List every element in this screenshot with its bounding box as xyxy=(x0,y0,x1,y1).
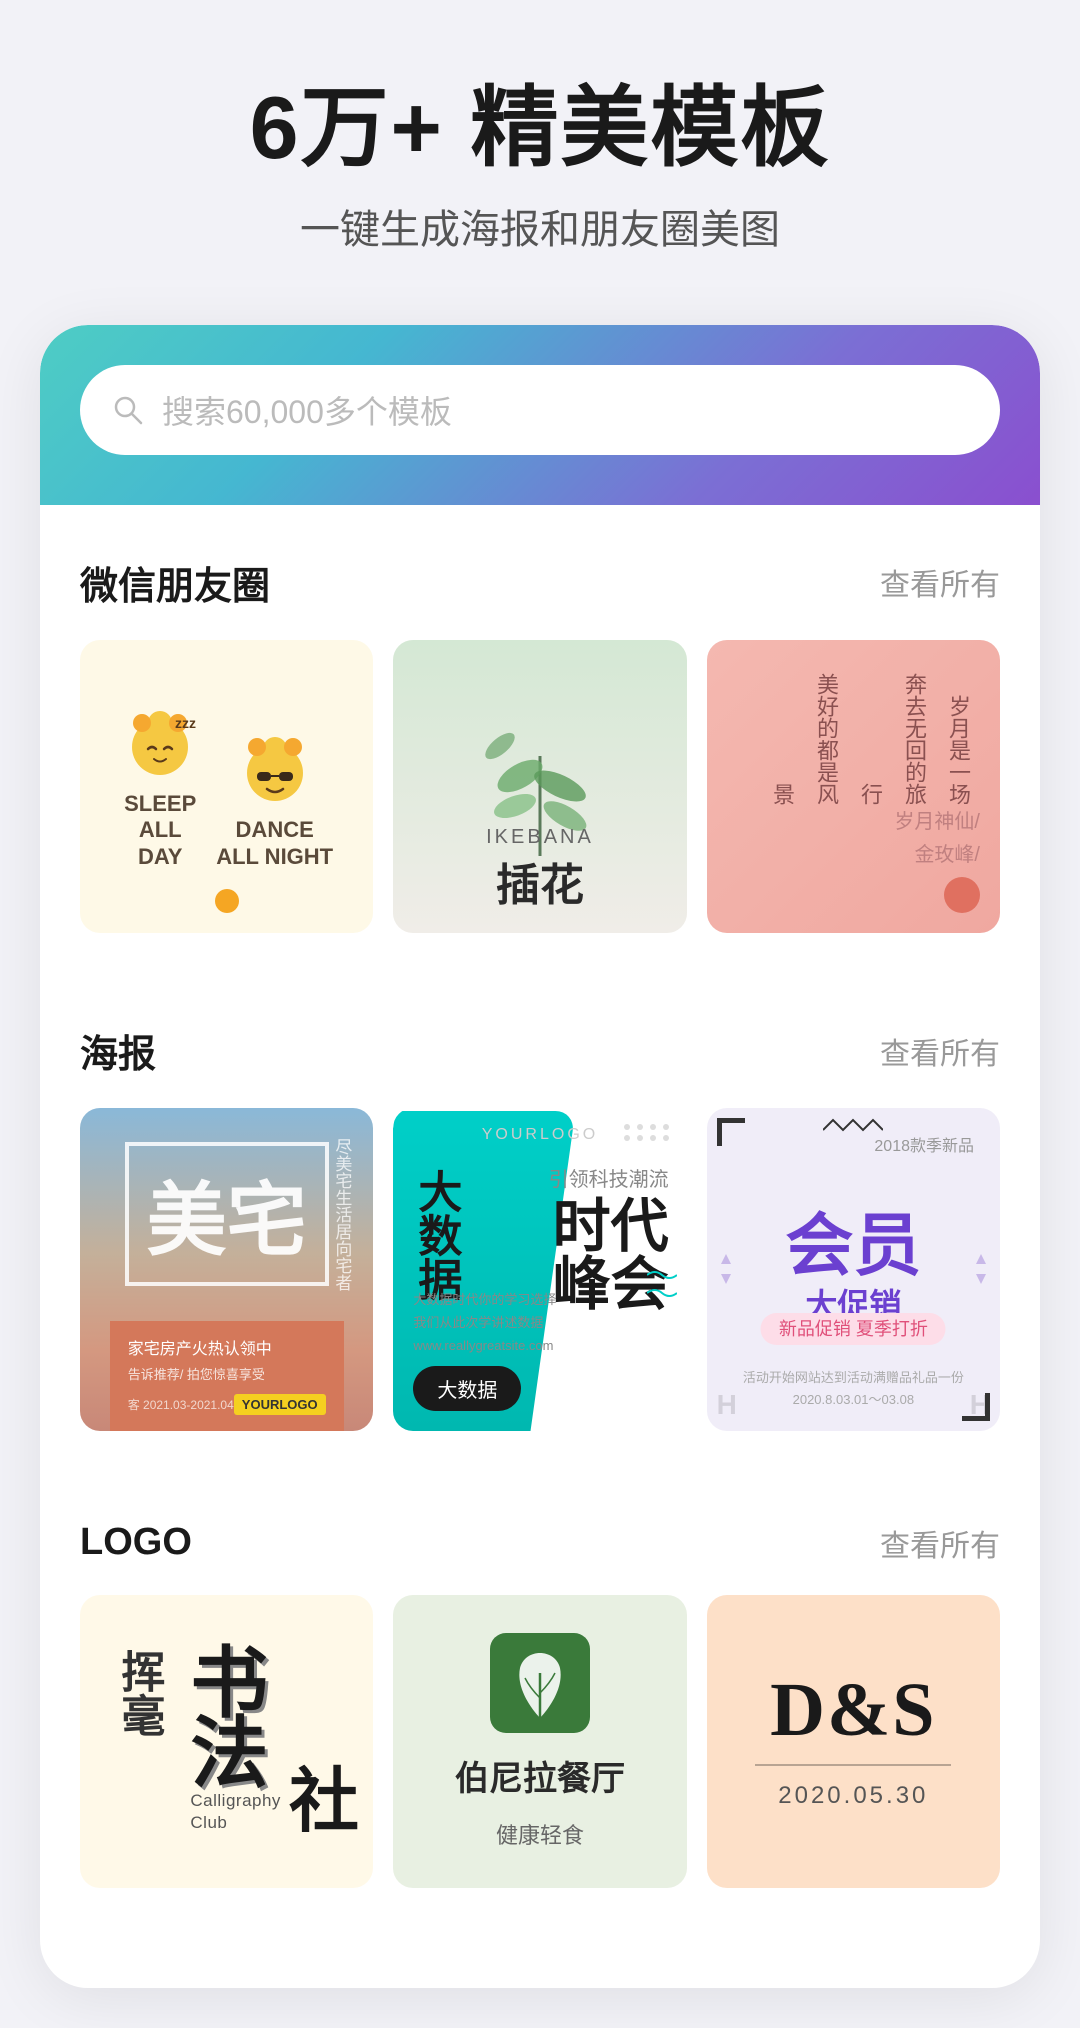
meizhai-bottom-bar: 家宅房产火热认领中 告诉推荐/ 拍您惊喜享受 客 2021.03-2021.04… xyxy=(110,1321,344,1431)
wechat-card-3[interactable]: 岁月是一场奔去无回的旅行美好的都是风景 岁月神仙/ 金玫峰/ xyxy=(707,640,1000,933)
ikebana-text-overlay: IKEBANA 插花 xyxy=(486,826,594,913)
wave-deco xyxy=(647,1269,677,1299)
dance-emoji xyxy=(235,729,315,809)
restaurant-name: 伯尼拉餐厅 xyxy=(455,1751,625,1800)
svg-text:zzz: zzz xyxy=(175,715,196,731)
restaurant-type: 健康轻食 xyxy=(496,1818,584,1850)
deco-h-left: H xyxy=(717,1389,737,1421)
wechat-section-title: 微信朋友圈 xyxy=(80,555,270,610)
hero-section: 6万+ 精美模板 一键生成海报和朋友圈美图 xyxy=(0,0,1080,295)
hero-title: 6万+ 精美模板 xyxy=(40,80,1040,177)
wechat-grid: zzz SLEEPALLDAY xyxy=(80,640,1000,933)
poster-section: 海报 查看所有 美宅 尽美宅生活居向宅者 家宅房产火热认领中 告诉推荐/ 拍您惊… xyxy=(40,973,1040,1451)
poem-badge xyxy=(944,877,980,913)
bigdata-logo: YOURLOGO xyxy=(482,1126,598,1144)
calligraphy-left: 挥毫 xyxy=(94,1649,182,1737)
ds-divider xyxy=(755,1764,951,1766)
bigdata-bottom: 大数据时代你的学习选择 我们从此次学讲述数据 www.reallygreatsi… xyxy=(413,1288,666,1411)
deco-h-right: H xyxy=(970,1389,990,1421)
wechat-view-all[interactable]: 查看所有 xyxy=(880,560,1000,604)
bigdata-btn[interactable]: 大数据 xyxy=(413,1366,521,1411)
poem-author2: 金玫峰/ xyxy=(914,838,980,867)
corner-tl xyxy=(717,1118,745,1146)
wechat-card-1[interactable]: zzz SLEEPALLDAY xyxy=(80,640,373,933)
meizhai-side: 尽美宅生活居向宅者 xyxy=(328,1138,355,1291)
calligraphy-layout: 挥毫 书法 CalligraphyClub 社 xyxy=(94,1649,359,1834)
yourlogo-badge: YOURLOGO xyxy=(234,1394,326,1415)
poster-view-all[interactable]: 查看所有 xyxy=(880,1029,1000,1073)
poster-grid: 美宅 尽美宅生活居向宅者 家宅房产火热认领中 告诉推荐/ 拍您惊喜享受 客 20… xyxy=(80,1108,1000,1431)
sleep-text: SLEEPALLDAY xyxy=(124,791,196,870)
hero-subtitle: 一键生成海报和朋友圈美图 xyxy=(40,197,1040,255)
orange-badge xyxy=(215,889,239,913)
calligraphy-en1: CalligraphyClub xyxy=(190,1790,281,1834)
meizhai-bottom-text: 家宅房产火热认领中 告诉推荐/ 拍您惊喜享受 xyxy=(128,1337,326,1388)
logo-section-title: LOGO xyxy=(80,1521,192,1564)
poem-author1: 岁月神仙/ xyxy=(894,805,980,834)
sleep-emoji: zzz xyxy=(120,703,200,783)
ikebana-en-text: IKEBANA xyxy=(486,826,594,849)
bigdata-dots xyxy=(624,1124,671,1141)
app-card: 搜索60,000多个模板 微信朋友圈 查看所有 xyxy=(40,325,1040,1988)
wechat-card-2[interactable]: IKEBANA 插花 xyxy=(393,640,686,933)
poster-section-header: 海报 查看所有 xyxy=(80,1023,1000,1078)
dance-text: DANCEALL NIGHT xyxy=(216,817,333,870)
search-header: 搜索60,000多个模板 xyxy=(40,325,1040,505)
poster-card-1[interactable]: 美宅 尽美宅生活居向宅者 家宅房产火热认领中 告诉推荐/ 拍您惊喜享受 客 20… xyxy=(80,1108,373,1431)
zigzag-top xyxy=(823,1118,883,1132)
poster-section-title: 海报 xyxy=(80,1023,156,1078)
huiyuan-title: 会员 xyxy=(785,1212,921,1280)
calligraphy-main-cn: 书法 xyxy=(190,1649,281,1789)
huiyuan-promo: 新品促销 夏季打折 xyxy=(761,1315,946,1341)
bigdata-main-word: 大数据 xyxy=(403,1169,467,1301)
leaf-icon-svg xyxy=(505,1643,575,1723)
calligraphy-cn2: 社 xyxy=(289,1771,359,1834)
ds-date: 2020.05.30 xyxy=(778,1782,928,1810)
meizhai-date: 客 2021.03-2021.04 xyxy=(128,1396,234,1413)
logo-grid: 挥毫 书法 CalligraphyClub 社 xyxy=(80,1595,1000,1888)
logo-section: LOGO 查看所有 挥毫 书法 CalligraphyClub 社 xyxy=(40,1471,1040,1908)
huiyuan-desc: 活动开始网站达到活动满赠品礼品一份 2020.8.03.01～03.08 xyxy=(727,1367,980,1411)
logo-card-1[interactable]: 挥毫 书法 CalligraphyClub 社 xyxy=(80,1595,373,1888)
deco-arrows-left xyxy=(719,1252,733,1286)
bigdata-lead: 引领科技潮流 xyxy=(549,1163,669,1192)
calligraphy-brush-cn: 挥毫 xyxy=(116,1649,160,1737)
wechat-section: 微信朋友圈 查看所有 xyxy=(40,505,1040,953)
deco-arrows-right xyxy=(974,1252,988,1286)
ds-logo: D&S xyxy=(770,1672,936,1748)
wechat-section-header: 微信朋友圈 查看所有 xyxy=(80,555,1000,610)
meizhai-title: 美宅 xyxy=(147,1178,307,1266)
calligraphy-right: 书法 CalligraphyClub xyxy=(190,1649,281,1834)
poster-card-2[interactable]: YOURLOGO 引领科技潮流 时代峰会 xyxy=(393,1108,686,1431)
ikebana-cn-text: 插花 xyxy=(486,849,594,913)
huiyuan-year: 2018款季新品 xyxy=(874,1132,974,1156)
promo-badge: 新品促销 夏季打折 xyxy=(761,1313,946,1345)
logo-card-3[interactable]: D&S 2020.05.30 xyxy=(707,1595,1000,1888)
poem-text: 岁月是一场奔去无回的旅行美好的都是风景 xyxy=(760,670,980,805)
restaurant-icon xyxy=(490,1633,590,1733)
logo-card-2[interactable]: 伯尼拉餐厅 健康轻食 xyxy=(393,1595,686,1888)
search-placeholder: 搜索60,000多个模板 xyxy=(162,387,452,433)
search-icon xyxy=(110,392,146,428)
logo-section-header: LOGO 查看所有 xyxy=(80,1521,1000,1565)
huiyuan-main: 会员 大促销 xyxy=(785,1212,921,1326)
bigdata-info: 大数据时代你的学习选择 我们从此次学讲述数据 www.reallygreatsi… xyxy=(413,1288,666,1358)
search-bar[interactable]: 搜索60,000多个模板 xyxy=(80,365,1000,455)
poster-card-3[interactable]: 2018款季新品 会员 大促销 新品促销 夏季打折 活动开始网站达到活动满赠品礼… xyxy=(707,1108,1000,1431)
logo-view-all[interactable]: 查看所有 xyxy=(880,1521,1000,1565)
